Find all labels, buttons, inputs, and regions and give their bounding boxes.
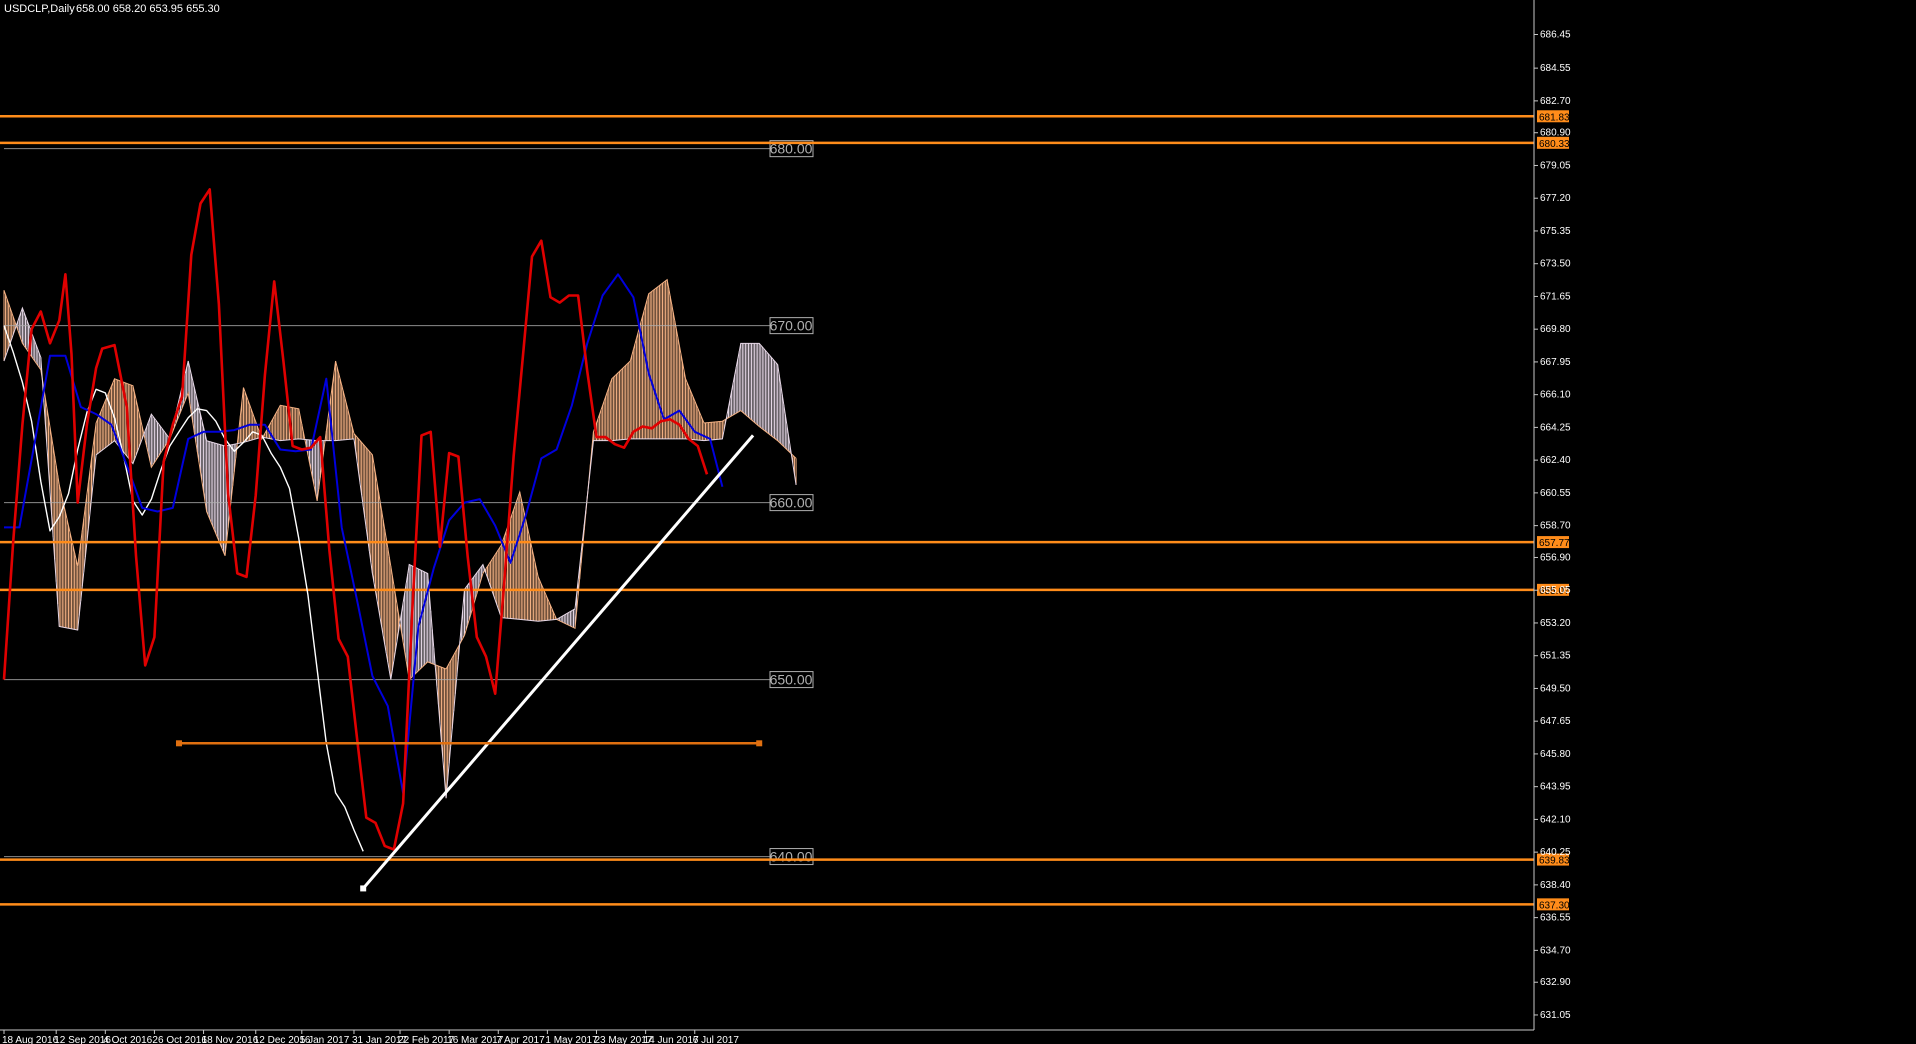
chart-background: [0, 0, 1916, 1044]
time-tick-label: 18 Nov 2016: [202, 1035, 259, 1044]
price-tick-label: 680.90: [1540, 128, 1571, 139]
time-tick-label: 22 Feb 2017: [398, 1035, 455, 1044]
price-tick-label: 671.65: [1540, 291, 1571, 302]
price-tag-label: 681.83: [1539, 112, 1570, 123]
level-label: 670.00: [770, 318, 813, 334]
price-tick-label: 673.50: [1540, 259, 1571, 270]
symbol-label: USDCLP,Daily: [4, 3, 75, 15]
trendline-handle: [360, 885, 367, 892]
price-tag-label: 680.33: [1539, 139, 1570, 150]
price-tick-label: 636.55: [1540, 913, 1571, 924]
price-tick-label: 631.05: [1540, 1010, 1571, 1021]
time-tick-label: 16 Mar 2017: [447, 1035, 504, 1044]
price-tag-label: 657.77: [1539, 538, 1570, 549]
ichimoku-chart[interactable]: 680.00670.00660.00650.00640.00 681.83680…: [0, 0, 1916, 1044]
price-tick-label: 632.90: [1540, 977, 1571, 988]
price-tick-label: 643.95: [1540, 782, 1571, 793]
price-tick-label: 686.45: [1540, 30, 1571, 41]
time-tick-label: 18 Aug 2016: [2, 1035, 59, 1044]
price-tick-label: 677.20: [1540, 193, 1571, 204]
level-label: 640.00: [770, 849, 813, 865]
price-tick-label: 667.95: [1540, 357, 1571, 368]
price-tick-label: 669.80: [1540, 324, 1571, 335]
time-tick-label: 1 May 2017: [545, 1035, 598, 1044]
segment-handle: [756, 740, 763, 747]
time-tick-label: 26 Oct 2016: [152, 1035, 207, 1044]
price-tick-label: 679.05: [1540, 160, 1571, 171]
time-tick-label: 4 Oct 2016: [103, 1035, 152, 1044]
price-tick-label: 662.40: [1540, 455, 1571, 466]
price-tick-label: 653.20: [1540, 618, 1571, 629]
segment-handle: [175, 740, 182, 747]
time-tick-label: 14 Jun 2017: [644, 1035, 699, 1044]
price-tick-label: 647.65: [1540, 716, 1571, 727]
price-tick-label: 645.80: [1540, 749, 1571, 760]
price-tick-label: 658.70: [1540, 521, 1571, 532]
time-tick-label: 7 Apr 2017: [496, 1035, 545, 1044]
price-tick-label: 638.40: [1540, 880, 1571, 891]
price-tick-label: 666.10: [1540, 390, 1571, 401]
price-tick-label: 651.35: [1540, 651, 1571, 662]
price-tick-label: 664.25: [1540, 422, 1571, 433]
time-tick-label: 6 Jul 2017: [693, 1035, 740, 1044]
price-tag-label: 637.30: [1539, 900, 1570, 911]
price-tick-label: 682.70: [1540, 96, 1571, 107]
price-tick-label: 656.90: [1540, 552, 1571, 563]
time-tick-label: 5 Jan 2017: [300, 1035, 350, 1044]
level-label: 660.00: [770, 495, 813, 511]
price-tick-label: 642.10: [1540, 814, 1571, 825]
chart-area[interactable]: 680.00 670.00 660.00 650.00 640.00 681.83 680…: [0, 0, 1916, 1044]
price-tick-label: 655.05: [1540, 585, 1571, 596]
level-label: 650.00: [770, 672, 813, 688]
price-tick-label: 634.70: [1540, 945, 1571, 956]
price-tick-label: 649.50: [1540, 683, 1571, 694]
price-tick-label: 684.55: [1540, 63, 1571, 74]
price-tick-label: 675.35: [1540, 226, 1571, 237]
ohlc-readout: 658.00 658.20 653.95 655.30: [76, 3, 220, 15]
price-tick-label: 660.55: [1540, 488, 1571, 499]
price-tick-label: 640.25: [1540, 847, 1571, 858]
